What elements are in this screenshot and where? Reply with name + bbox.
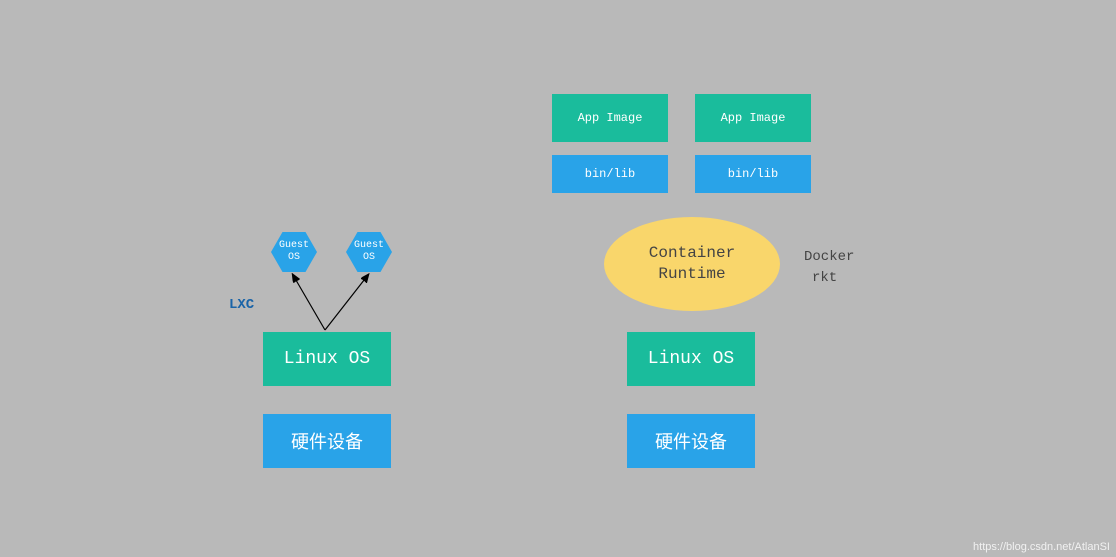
binlib-1-label: bin/lib bbox=[585, 167, 635, 181]
hardware-left-label: 硬件设备 bbox=[291, 428, 363, 454]
hardware-right: 硬件设备 bbox=[627, 414, 755, 468]
linux-os-right-label: Linux OS bbox=[648, 349, 734, 369]
app-image-1-label: App Image bbox=[578, 111, 643, 125]
app-image-2: App Image bbox=[695, 94, 811, 142]
linux-os-left: Linux OS bbox=[263, 332, 391, 386]
arrows-lxc bbox=[263, 265, 403, 337]
binlib-1: bin/lib bbox=[552, 155, 668, 193]
runtime-side-label: Docker rkt bbox=[804, 247, 854, 289]
runtime-side-line2: rkt bbox=[804, 268, 854, 289]
app-image-1: App Image bbox=[552, 94, 668, 142]
guest-os-label-2: Guest OS bbox=[354, 240, 384, 264]
container-runtime-line2: Runtime bbox=[658, 264, 725, 285]
app-image-2-label: App Image bbox=[721, 111, 786, 125]
runtime-side-line1: Docker bbox=[804, 247, 854, 268]
hardware-right-label: 硬件设备 bbox=[655, 428, 727, 454]
guest-os-label-1: Guest OS bbox=[279, 240, 309, 264]
binlib-2: bin/lib bbox=[695, 155, 811, 193]
hardware-left: 硬件设备 bbox=[263, 414, 391, 468]
container-runtime: Container Runtime bbox=[604, 217, 780, 311]
linux-os-right: Linux OS bbox=[627, 332, 755, 386]
container-runtime-line1: Container bbox=[649, 243, 735, 264]
lxc-label: LXC bbox=[229, 297, 254, 313]
binlib-2-label: bin/lib bbox=[728, 167, 778, 181]
watermark: https://blog.csdn.net/AtlanSI bbox=[973, 541, 1110, 553]
linux-os-left-label: Linux OS bbox=[284, 349, 370, 369]
